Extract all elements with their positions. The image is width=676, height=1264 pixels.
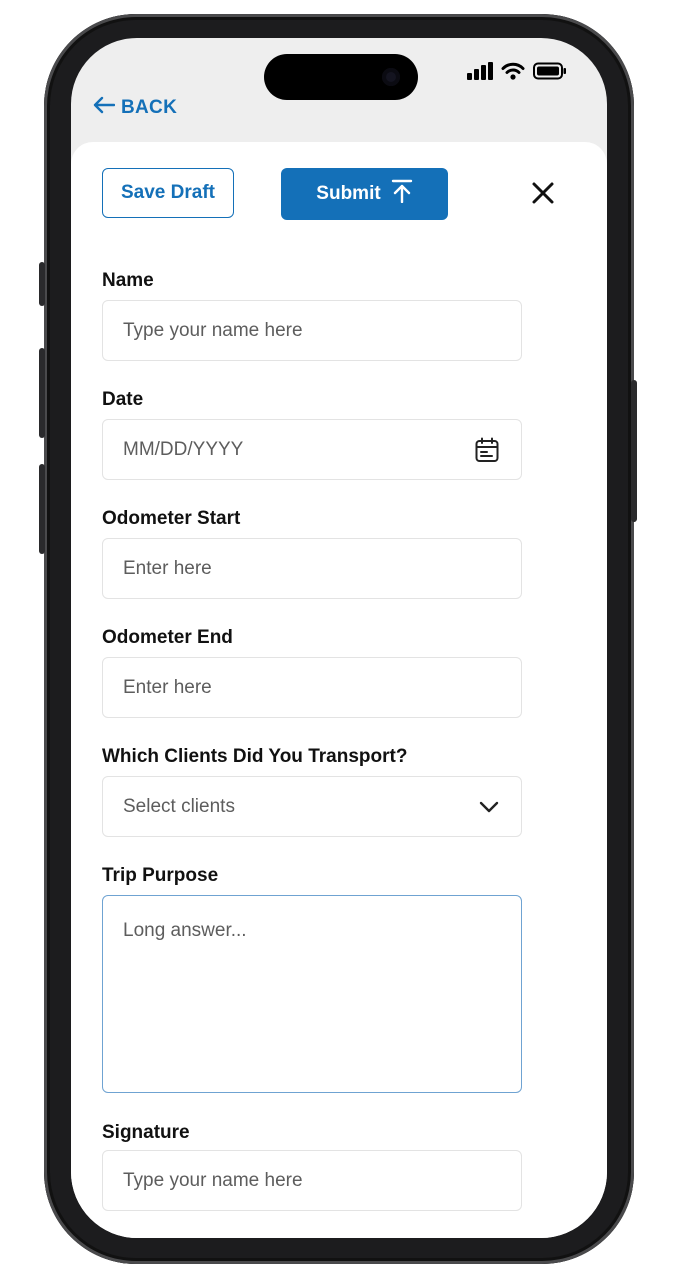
save-draft-button[interactable]: Save Draft — [102, 168, 234, 218]
submit-button[interactable]: Submit — [281, 168, 448, 220]
name-label: Name — [102, 270, 154, 291]
battery-icon — [533, 62, 567, 85]
arrow-left-icon — [93, 96, 116, 120]
date-label: Date — [102, 389, 144, 410]
upload-icon — [391, 179, 413, 209]
phone-volume-up-button — [39, 348, 45, 438]
phone-action-button — [39, 262, 45, 306]
back-label: BACK — [121, 97, 178, 118]
signature-placeholder: Type your name here — [123, 1169, 303, 1191]
odometer-start-input[interactable]: Enter here — [102, 538, 522, 599]
odometer-start-label: Odometer Start — [102, 508, 241, 529]
signature-label: Signature — [102, 1122, 190, 1143]
name-placeholder: Type your name here — [123, 319, 303, 341]
trip-purpose-placeholder: Long answer... — [123, 920, 247, 941]
signal-icon — [467, 62, 493, 85]
chevron-down-icon — [479, 801, 499, 813]
submit-label: Submit — [316, 183, 381, 204]
odometer-end-label: Odometer End — [102, 627, 233, 648]
odometer-end-input[interactable]: Enter here — [102, 657, 522, 718]
odometer-end-placeholder: Enter here — [123, 676, 212, 698]
signature-input[interactable]: Type your name here — [102, 1150, 522, 1211]
clients-label: Which Clients Did You Transport? — [102, 746, 408, 767]
date-input[interactable]: MM/DD/YYYY — [102, 419, 522, 480]
phone-screen: BACK Save Draft Submit Name Type your na… — [71, 38, 607, 1238]
back-button[interactable]: BACK — [93, 96, 177, 120]
wifi-icon — [501, 62, 525, 85]
save-draft-label: Save Draft — [121, 182, 215, 203]
trip-purpose-label: Trip Purpose — [102, 865, 219, 886]
front-camera — [382, 68, 400, 86]
dynamic-island — [264, 54, 418, 100]
trip-purpose-textarea[interactable]: Long answer... — [102, 895, 522, 1093]
clients-placeholder: Select clients — [123, 795, 235, 817]
date-placeholder: MM/DD/YYYY — [123, 438, 244, 460]
odometer-start-placeholder: Enter here — [123, 557, 212, 579]
phone-power-button — [631, 380, 637, 522]
status-bar — [467, 62, 567, 85]
clients-select[interactable]: Select clients — [102, 776, 522, 837]
close-icon — [529, 182, 557, 211]
close-button[interactable] — [529, 179, 557, 207]
phone-volume-down-button — [39, 464, 45, 554]
calendar-icon[interactable] — [475, 437, 499, 463]
name-input[interactable]: Type your name here — [102, 300, 522, 361]
form-sheet: Save Draft Submit Name Type your name he… — [71, 142, 607, 1238]
